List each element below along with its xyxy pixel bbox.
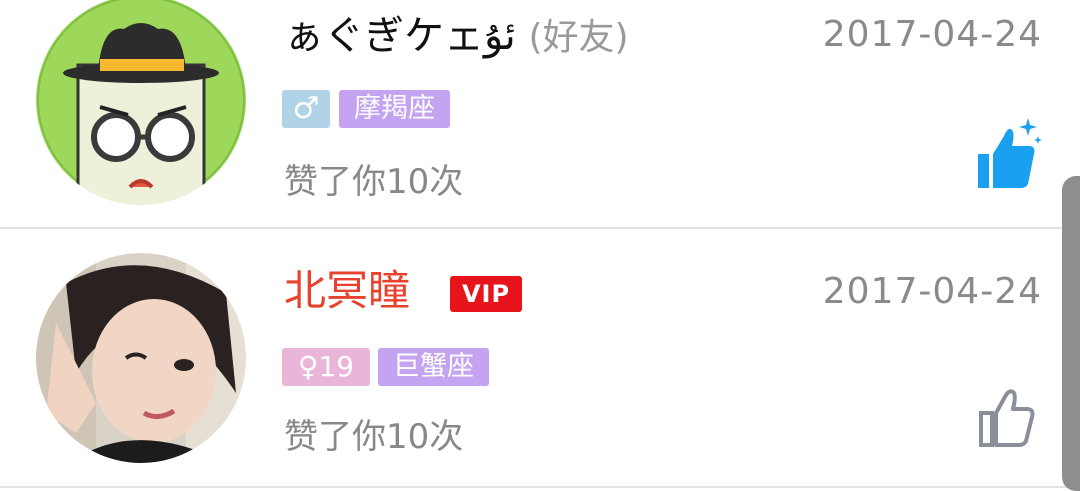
like-count-text: 赞了你10次 <box>284 417 464 457</box>
zodiac-badge: 巨蟹座 <box>378 348 489 386</box>
cartoon-avatar-icon <box>36 0 246 205</box>
list-item[interactable]: 北冥瞳 VIP 2017-04-24 ♀19 巨蟹座 赞了你10次 <box>0 229 1080 486</box>
thumbs-up-outline-icon <box>979 389 1035 447</box>
female-icon: ♀ <box>297 350 319 383</box>
thumbs-up-filled-icon <box>978 118 1042 188</box>
gender-badge: ♂ <box>282 90 330 128</box>
gender-age-badge: ♀19 <box>282 348 370 386</box>
user-name-text: 北冥瞳 <box>284 266 411 315</box>
user-name[interactable]: 北冥瞳 <box>284 267 410 316</box>
like-date: 2017-04-24 <box>822 271 1042 312</box>
like-list: ぁぐぎケェئۇ (好友) 2017-04-24 ♂ 摩羯座 赞了你10次 北冥瞳… <box>0 0 1080 491</box>
like-button[interactable] <box>978 389 1036 453</box>
user-name[interactable]: ぁぐぎケェئۇ (好友) <box>284 12 629 62</box>
list-item[interactable]: ぁぐぎケェئۇ (好友) 2017-04-24 ♂ 摩羯座 赞了你10次 <box>0 0 1080 228</box>
like-date: 2017-04-24 <box>822 14 1042 55</box>
photo-avatar-icon <box>36 253 246 463</box>
like-button[interactable] <box>976 116 1042 194</box>
scrollbar-thumb[interactable] <box>1062 176 1080 491</box>
friend-tag: (好友) <box>528 17 629 58</box>
like-count-text: 赞了你10次 <box>284 162 464 202</box>
age-text: 19 <box>318 350 355 383</box>
avatar[interactable] <box>36 253 246 463</box>
vip-badge: VIP <box>450 276 522 312</box>
zodiac-badge: 摩羯座 <box>339 90 450 128</box>
user-name-text: ぁぐぎケェئۇ <box>284 13 516 59</box>
row-divider <box>0 486 1080 488</box>
avatar[interactable] <box>36 0 246 205</box>
male-icon: ♂ <box>292 91 320 126</box>
